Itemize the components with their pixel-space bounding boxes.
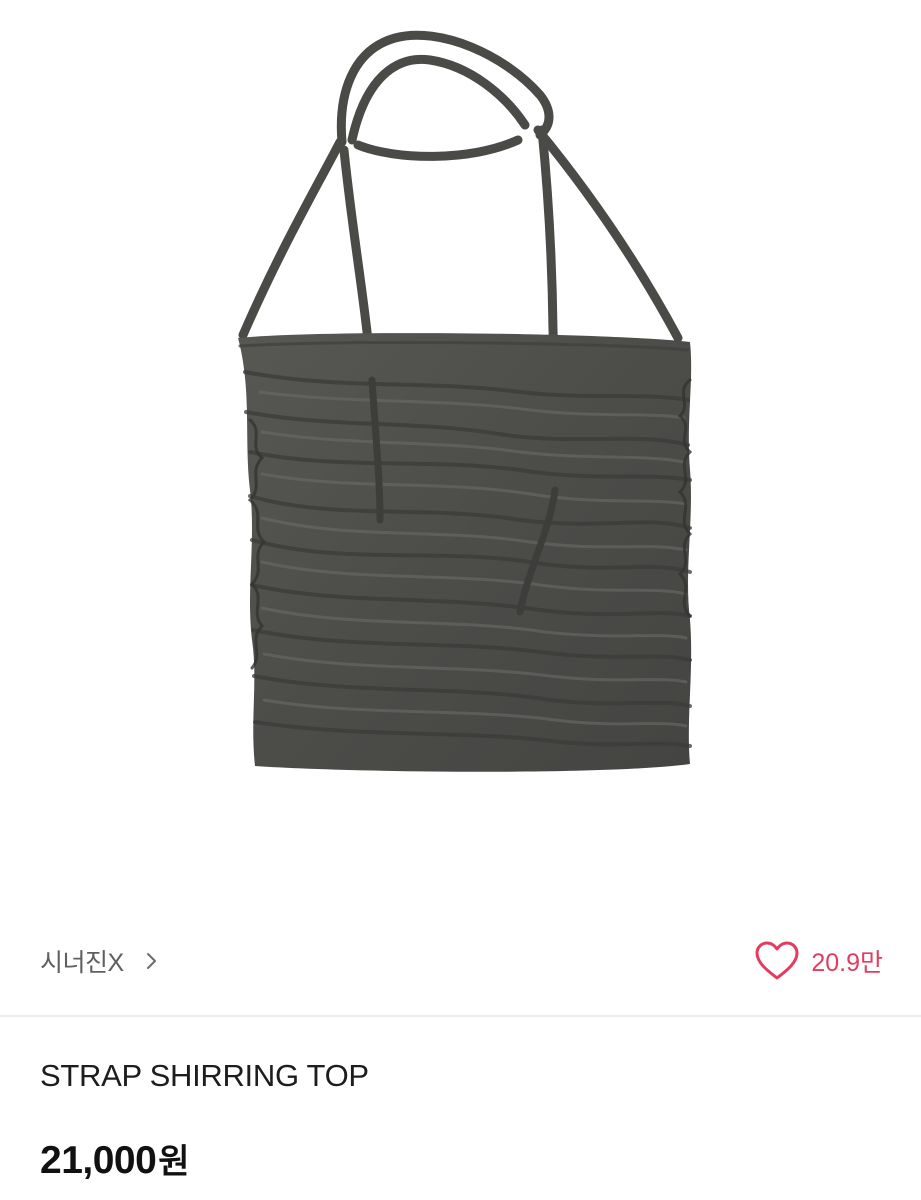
like-button[interactable]: 20.9만 — [753, 938, 883, 984]
price-value: 21,000 — [40, 1139, 157, 1182]
product-image[interactable] — [0, 0, 921, 900]
product-title: STRAP SHIRRING TOP — [40, 1058, 369, 1093]
price-currency: 원 — [158, 1143, 190, 1181]
product-price: 21,000 원 — [40, 1134, 190, 1183]
like-count: 20.9만 — [811, 949, 883, 977]
brand-link[interactable]: 시너진X — [40, 939, 160, 983]
heart-outline-icon — [753, 940, 801, 982]
chevron-right-icon — [144, 951, 160, 971]
brand-like-row: 시너진X 20.9만 — [0, 920, 921, 1004]
brand-name: 시너진X — [40, 949, 124, 977]
strap-shirring-top-photo — [238, 30, 693, 772]
divider — [0, 1015, 921, 1017]
